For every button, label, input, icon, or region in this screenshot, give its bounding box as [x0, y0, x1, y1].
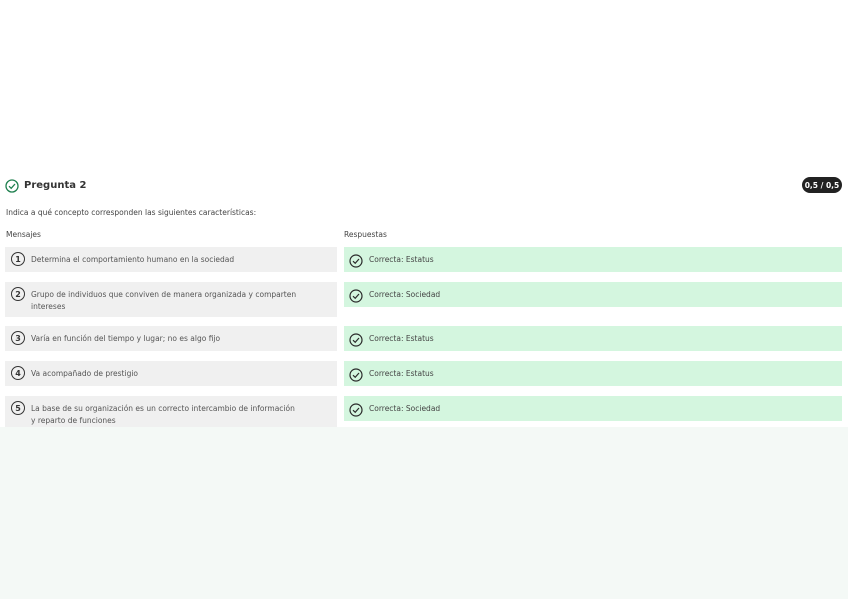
message-text: Va acompañado de prestigio — [31, 369, 138, 378]
answer-cell: Correcta: Sociedad — [344, 396, 842, 421]
message-cell: 3 Varía en función del tiempo y lugar; n… — [5, 326, 337, 351]
message-cell: 5 La base de su organización es un corre… — [5, 396, 337, 427]
answer-cell: Correcta: Estatus — [344, 247, 842, 272]
message-text: Determina el comportamiento humano en la… — [31, 255, 235, 264]
answer-text: Correcta: Estatus — [369, 369, 434, 378]
answer-text: Correcta: Estatus — [369, 334, 434, 343]
score-badge: 0,5 / 0,5 — [802, 177, 842, 193]
row-number-badge: 5 — [11, 401, 25, 415]
message-cell: 2 Grupo de individuos que conviven de ma… — [5, 282, 337, 317]
check-circle-icon — [5, 178, 19, 193]
row-number-badge: 3 — [11, 331, 25, 345]
check-circle-icon — [349, 332, 363, 347]
row-number-badge: 2 — [11, 287, 25, 301]
answer-cell: Correcta: Estatus — [344, 326, 842, 351]
message-cell: 1 Determina el comportamiento humano en … — [5, 247, 337, 272]
row-number-badge: 1 — [11, 252, 25, 266]
message-text: Varía en función del tiempo y lugar; no … — [31, 334, 221, 343]
message-cell: 4 Va acompañado de prestigio — [5, 361, 337, 386]
check-circle-icon — [349, 402, 363, 417]
check-circle-icon — [349, 367, 363, 382]
answer-text: Correcta: Sociedad — [369, 290, 441, 299]
row-number-badge: 4 — [11, 366, 25, 380]
question-instruction: Indica a qué concepto corresponden las s… — [6, 208, 257, 217]
answer-cell: Correcta: Estatus — [344, 361, 842, 386]
answer-cell: Correcta: Sociedad — [344, 282, 842, 307]
answer-text: Correcta: Estatus — [369, 255, 434, 264]
check-circle-icon — [349, 288, 363, 303]
message-text: Grupo de individuos que conviven de mane… — [31, 290, 297, 311]
check-circle-icon — [349, 253, 363, 268]
answers-column-header: Respuestas — [344, 230, 387, 239]
messages-column-header: Mensajes — [6, 230, 41, 239]
question-header: Pregunta 2 — [5, 177, 86, 193]
question-title: Pregunta 2 — [24, 179, 87, 191]
page-background — [0, 427, 848, 599]
answer-text: Correcta: Sociedad — [369, 404, 441, 413]
message-text: La base de su organización es un correct… — [31, 404, 295, 425]
